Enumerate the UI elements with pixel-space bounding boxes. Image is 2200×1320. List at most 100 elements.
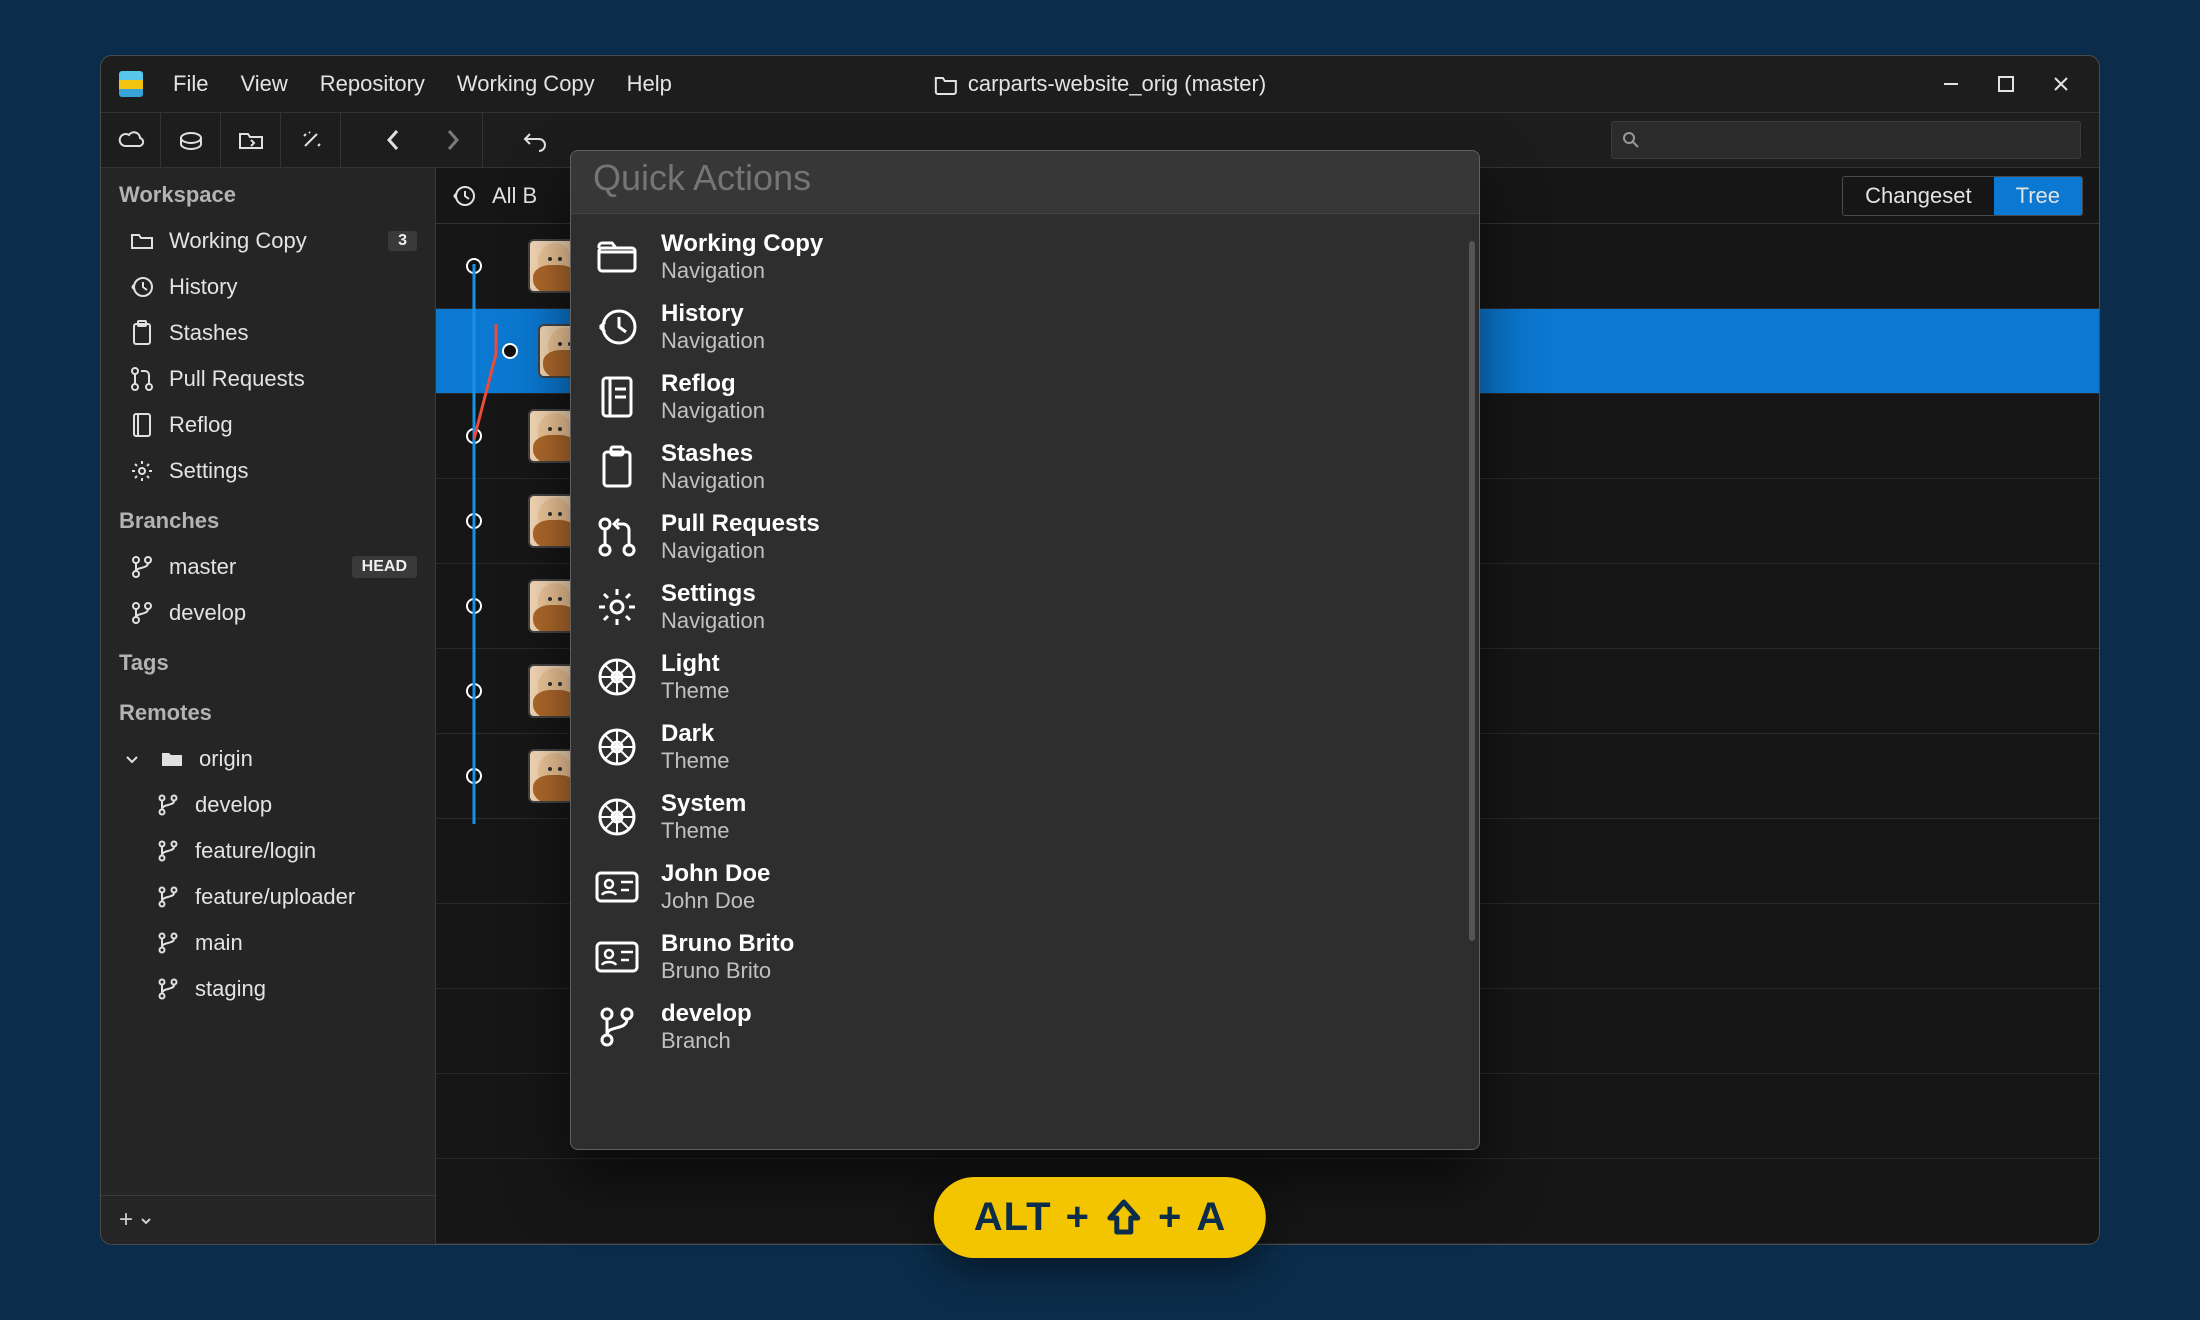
- menu-working-copy[interactable]: Working Copy: [441, 65, 611, 103]
- quick-action-item[interactable]: HistoryNavigation: [571, 292, 1479, 362]
- cloud-icon[interactable]: [101, 112, 161, 168]
- remotes-section: Remotes: [101, 686, 435, 736]
- remote-branch-feature-login[interactable]: feature/login: [101, 828, 435, 874]
- scrollbar[interactable]: [1469, 241, 1475, 941]
- remote-branch-label: develop: [195, 792, 272, 818]
- quick-action-subtitle: Theme: [661, 748, 729, 774]
- quick-action-title: System: [661, 790, 746, 818]
- sidebar-item-label: Reflog: [169, 412, 233, 438]
- quick-action-item[interactable]: SettingsNavigation: [571, 572, 1479, 642]
- sidebar-item-working-copy[interactable]: Working Copy 3: [101, 218, 435, 264]
- menu-view[interactable]: View: [224, 65, 303, 103]
- quick-action-subtitle: Navigation: [661, 538, 820, 564]
- sidebar-item-label: Settings: [169, 458, 249, 484]
- add-button[interactable]: +: [101, 1195, 435, 1244]
- shift-icon: [1104, 1198, 1144, 1238]
- remote-branch-feature-uploader[interactable]: feature/uploader: [101, 874, 435, 920]
- branch-develop[interactable]: develop: [101, 590, 435, 636]
- sidebar-item-reflog[interactable]: Reflog: [101, 402, 435, 448]
- wheel-icon: [593, 793, 641, 841]
- close-button[interactable]: [2051, 74, 2071, 94]
- maximize-button[interactable]: [1997, 75, 2015, 93]
- quick-action-title: Bruno Brito: [661, 930, 794, 958]
- repo-name: carparts-website_orig (master): [968, 71, 1266, 97]
- quick-action-item[interactable]: Pull RequestsNavigation: [571, 502, 1479, 572]
- remote-branch-develop[interactable]: develop: [101, 782, 435, 828]
- sync-icon[interactable]: [161, 112, 221, 168]
- branch-master[interactable]: master HEAD: [101, 544, 435, 590]
- key-alt: ALT: [974, 1195, 1052, 1240]
- menu-help[interactable]: Help: [611, 65, 688, 103]
- sidebar-item-label: Stashes: [169, 320, 249, 346]
- key-a: A: [1196, 1195, 1226, 1240]
- toggle-changeset[interactable]: Changeset: [1843, 177, 1993, 215]
- search-input[interactable]: [1611, 121, 2081, 159]
- branches-section: Branches: [101, 494, 435, 544]
- branch-icon: [129, 601, 155, 625]
- quick-action-item[interactable]: Working CopyNavigation: [571, 222, 1479, 292]
- quick-action-subtitle: Bruno Brito: [661, 958, 794, 984]
- sidebar-item-label: History: [169, 274, 237, 300]
- open-icon[interactable]: [221, 112, 281, 168]
- sidebar-item-label: Working Copy: [169, 228, 307, 254]
- quick-action-item[interactable]: developBranch: [571, 992, 1479, 1062]
- quick-actions-input[interactable]: [593, 157, 1457, 199]
- branch-filter[interactable]: All B: [492, 183, 537, 209]
- sidebar-item-history[interactable]: History: [101, 264, 435, 310]
- forward-button[interactable]: [423, 112, 483, 168]
- branch-icon: [155, 932, 181, 954]
- quick-action-title: Light: [661, 650, 729, 678]
- wheel-icon: [593, 723, 641, 771]
- folder-icon: [593, 233, 641, 281]
- quick-action-subtitle: Navigation: [661, 328, 765, 354]
- sidebar-item-stashes[interactable]: Stashes: [101, 310, 435, 356]
- clipboard-icon: [593, 443, 641, 491]
- tags-section: Tags: [101, 636, 435, 686]
- menu-file[interactable]: File: [157, 65, 224, 103]
- branch-icon: [593, 1003, 641, 1051]
- menu-repository[interactable]: Repository: [304, 65, 441, 103]
- clipboard-icon: [129, 320, 155, 346]
- quick-action-title: develop: [661, 1000, 752, 1028]
- history-icon: [129, 275, 155, 299]
- quick-action-title: History: [661, 300, 765, 328]
- remote-branch-label: feature/login: [195, 838, 316, 864]
- remote-branch-label: staging: [195, 976, 266, 1002]
- workspace-section: Workspace: [101, 168, 435, 218]
- minimize-button[interactable]: [1941, 74, 1961, 94]
- quick-action-item[interactable]: LightTheme: [571, 642, 1479, 712]
- commit-row[interactable]: [436, 1159, 2099, 1244]
- quick-action-item[interactable]: StashesNavigation: [571, 432, 1479, 502]
- app-icon: [119, 71, 143, 97]
- magic-icon[interactable]: [281, 112, 341, 168]
- sidebar-item-settings[interactable]: Settings: [101, 448, 435, 494]
- gear-icon: [593, 583, 641, 631]
- remote-branch-main[interactable]: main: [101, 920, 435, 966]
- quick-action-item[interactable]: SystemTheme: [571, 782, 1479, 852]
- quick-actions-palette: Working CopyNavigationHistoryNavigationR…: [570, 150, 1480, 1150]
- quick-action-title: Reflog: [661, 370, 765, 398]
- remote-branch-staging[interactable]: staging: [101, 966, 435, 1012]
- view-toggle: Changeset Tree: [1842, 176, 2083, 216]
- quick-action-title: Dark: [661, 720, 729, 748]
- gear-icon: [129, 459, 155, 483]
- branch-label: develop: [169, 600, 246, 626]
- toggle-tree[interactable]: Tree: [1994, 177, 2082, 215]
- back-button[interactable]: [363, 112, 423, 168]
- quick-action-item[interactable]: ReflogNavigation: [571, 362, 1479, 432]
- undo-icon[interactable]: [505, 112, 565, 168]
- quick-action-title: Working Copy: [661, 230, 823, 258]
- folder-icon: [934, 73, 958, 95]
- quick-action-subtitle: Navigation: [661, 258, 823, 284]
- title-bar: File View Repository Working Copy Help c…: [101, 56, 2099, 112]
- quick-action-subtitle: Navigation: [661, 398, 765, 424]
- book-icon: [129, 412, 155, 438]
- chevron-down-icon: [140, 1215, 152, 1227]
- branch-icon: [155, 886, 181, 908]
- quick-action-item[interactable]: Bruno BritoBruno Brito: [571, 922, 1479, 992]
- quick-action-item[interactable]: John DoeJohn Doe: [571, 852, 1479, 922]
- remote-origin[interactable]: origin: [101, 736, 435, 782]
- repo-selector[interactable]: carparts-website_orig (master): [934, 71, 1266, 97]
- quick-action-item[interactable]: DarkTheme: [571, 712, 1479, 782]
- sidebar-item-pull-requests[interactable]: Pull Requests: [101, 356, 435, 402]
